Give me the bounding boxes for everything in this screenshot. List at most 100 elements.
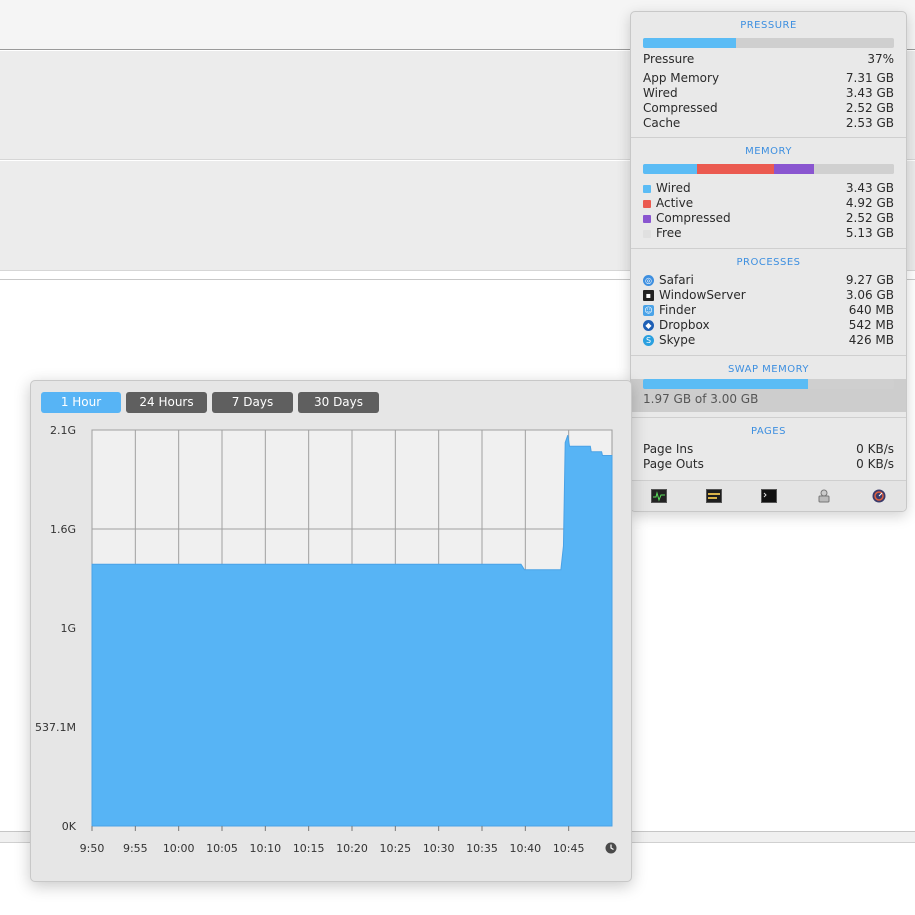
x-tick-label: 10:00 <box>163 842 195 855</box>
x-tick-label: 10:35 <box>466 842 498 855</box>
pages-row: Page Outs 0 KB/s <box>631 457 906 472</box>
pressure-row-label: Cache <box>643 116 681 130</box>
pages-row-label: Page Ins <box>643 442 694 456</box>
legend-swatch <box>643 214 651 223</box>
system-info-icon[interactable] <box>871 489 887 503</box>
pressure-section: PRESSURE Pressure 37% App Memory 7.31 GB Wir… <box>631 12 906 138</box>
time-range-tabs: 1 Hour 24 Hours 7 Days 30 Days <box>41 392 379 413</box>
pressure-row-value: 2.52 GB <box>845 101 894 115</box>
y-tick-label: 2.1G <box>50 424 76 437</box>
memory-chart: 0K 537.1M 1G 1.6G 2.1G 9:50 9:55 10:00 10:05 10:1… <box>35 424 617 855</box>
process-row-label: ▪ WindowServer <box>643 288 746 303</box>
process-row: S Skype 426 MB <box>631 333 906 348</box>
memory-row-label: Active <box>643 196 693 211</box>
memory-history-window: 0K 537.1M 1G 1.6G 2.1G 9:50 9:55 10:00 10:05 10:1… <box>30 380 632 882</box>
memory-row-label: Free <box>643 226 681 241</box>
legend-swatch <box>643 184 651 193</box>
tab-30-days[interactable]: 30 Days <box>298 392 379 413</box>
terminal-icon[interactable] <box>760 489 777 503</box>
swap-bar <box>643 379 894 389</box>
swap-section: SWAP MEMORY 1.97 GB of 3.00 GB <box>631 356 906 418</box>
dropbox-icon: ◆ <box>643 320 654 331</box>
x-tick-label: 10:25 <box>379 842 411 855</box>
tab-1-hour[interactable]: 1 Hour <box>41 392 121 413</box>
pressure-row: Cache 2.53 GB <box>631 116 906 131</box>
x-tick-label: 9:55 <box>123 842 148 855</box>
process-row-label: ◆ Dropbox <box>643 318 710 333</box>
memory-row-label: Compressed <box>643 211 731 226</box>
skype-icon: S <box>643 335 654 346</box>
pressure-row-value: 7.31 GB <box>845 71 894 85</box>
process-row-value: 9.27 GB <box>845 273 894 287</box>
console-icon[interactable] <box>705 489 722 503</box>
pressure-title: PRESSURE <box>740 20 797 31</box>
disk-utility-icon[interactable] <box>816 489 832 503</box>
memory-row-value: 2.52 GB <box>845 211 894 225</box>
pressure-row: Compressed 2.52 GB <box>631 101 906 116</box>
process-row-label: S Skype <box>643 333 695 348</box>
processes-section: PROCESSES ◎ Safari 9.27 GB ▪ WindowServer 3.0… <box>631 249 906 356</box>
memory-bar-segment <box>813 164 894 174</box>
process-row: ▪ WindowServer 3.06 GB <box>631 288 906 303</box>
memory-row-value: 4.92 GB <box>845 196 894 210</box>
swap-text: 1.97 GB of 3.00 GB <box>643 392 759 406</box>
pressure-bar-fill <box>643 38 736 48</box>
y-tick-label: 537.1M <box>35 721 76 734</box>
pages-row: Page Ins 0 KB/s <box>631 442 906 457</box>
legend-swatch <box>643 229 651 238</box>
pressure-row-label: App Memory <box>643 71 720 85</box>
memory-bar-segment <box>643 164 697 174</box>
process-row-value: 3.06 GB <box>845 288 894 302</box>
y-tick-label: 1.6G <box>50 523 76 536</box>
swap-area: 1.97 GB of 3.00 GB <box>631 379 906 412</box>
pressure-row: Pressure 37% <box>631 52 906 67</box>
x-tick-label: 10:10 <box>249 842 281 855</box>
pressure-row: App Memory 7.31 GB <box>631 71 906 86</box>
process-row-label: ◎ Safari <box>643 273 694 287</box>
windowserver-icon: ▪ <box>643 290 654 301</box>
safari-icon: ◎ <box>643 275 654 286</box>
pressure-row-value: 2.53 GB <box>845 116 894 130</box>
x-tick-label: 9:50 <box>80 842 105 855</box>
memory-row: Wired 3.43 GB <box>631 181 906 196</box>
memory-bar-segment <box>773 164 814 174</box>
x-tick-label: 10:40 <box>509 842 541 855</box>
swap-bar-fill <box>643 379 808 389</box>
memory-row-label: Wired <box>643 181 691 196</box>
tab-24-hours[interactable]: 24 Hours <box>126 392 207 413</box>
clock-icon[interactable] <box>605 842 617 854</box>
x-tick-label: 10:20 <box>336 842 368 855</box>
pressure-row-label: Wired <box>643 86 678 100</box>
process-row: ☺ Finder 640 MB <box>631 303 906 318</box>
memory-row: Compressed 2.52 GB <box>631 211 906 226</box>
process-row: ◆ Dropbox 542 MB <box>631 318 906 333</box>
memory-bar <box>643 164 894 174</box>
y-tick-label: 1G <box>60 622 76 635</box>
finder-icon: ☺ <box>643 305 654 316</box>
pages-row-label: Page Outs <box>643 457 704 471</box>
pressure-row: Wired 3.43 GB <box>631 86 906 101</box>
memory-stats-panel: PRESSURE Pressure 37% App Memory 7.31 GB Wir… <box>630 11 907 512</box>
activity-monitor-icon[interactable] <box>650 489 667 503</box>
x-tick-label: 10:05 <box>206 842 238 855</box>
x-tick-label: 10:45 <box>553 842 585 855</box>
process-row-value: 426 MB <box>848 333 894 347</box>
legend-swatch <box>643 199 651 208</box>
pages-row-value: 0 KB/s <box>856 457 894 471</box>
process-row-label: ☺ Finder <box>643 303 696 317</box>
pressure-row-label: Compressed <box>643 101 718 115</box>
tab-7-days[interactable]: 7 Days <box>212 392 293 413</box>
pages-row-value: 0 KB/s <box>856 442 894 456</box>
memory-row: Free 5.13 GB <box>631 226 906 241</box>
pressure-row-label: Pressure <box>643 52 695 66</box>
pressure-row-value: 37% <box>867 52 894 66</box>
process-row: ◎ Safari 9.27 GB <box>631 273 906 288</box>
pages-title: PAGES <box>751 426 786 437</box>
pressure-row-value: 3.43 GB <box>845 86 894 100</box>
x-tick-label: 10:15 <box>293 842 325 855</box>
memory-row-value: 3.43 GB <box>845 181 894 195</box>
process-row-value: 542 MB <box>848 318 894 332</box>
memory-row-value: 5.13 GB <box>845 226 894 240</box>
pressure-bar <box>643 38 894 48</box>
memory-bar-segment <box>696 164 774 174</box>
